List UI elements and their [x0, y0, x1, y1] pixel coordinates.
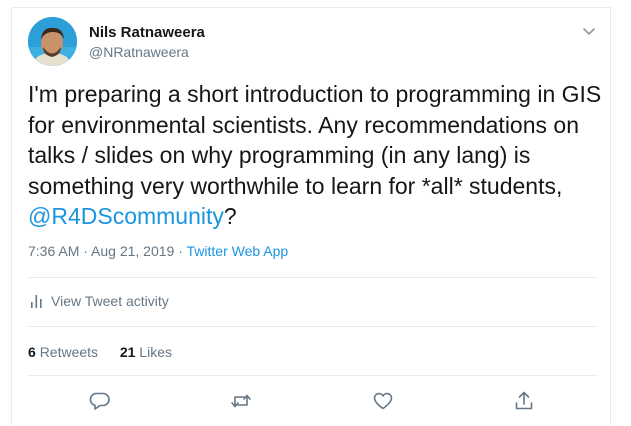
- avatar[interactable]: [28, 17, 77, 66]
- timestamp[interactable]: 7:36 AM · Aug 21, 2019 ·: [28, 243, 187, 259]
- likes-label: Likes: [139, 344, 172, 360]
- tweet-text: I'm preparing a short introduction to pr…: [28, 79, 603, 232]
- mention-link[interactable]: @R4DScommunity: [28, 203, 224, 229]
- tweet-text-main: I'm preparing a short introduction to pr…: [28, 81, 602, 199]
- heart-icon[interactable]: [372, 390, 394, 412]
- retweets-count: 6: [28, 344, 36, 360]
- retweet-icon[interactable]: [230, 390, 252, 412]
- bar-chart-icon: [31, 294, 42, 308]
- share-icon[interactable]: [513, 390, 535, 412]
- retweets-label: Retweets: [39, 344, 99, 360]
- divider: [28, 375, 598, 376]
- author-handle[interactable]: @NRatnaweera: [89, 44, 189, 60]
- likes-stat[interactable]: 21 Likes: [120, 344, 172, 360]
- tweet-text-end: ?: [223, 203, 237, 229]
- likes-count: 21: [119, 344, 136, 360]
- divider: [28, 326, 598, 327]
- avatar-image: [28, 17, 77, 66]
- reply-icon[interactable]: [89, 390, 111, 412]
- author-name[interactable]: Nils Ratnaweera: [89, 24, 205, 41]
- divider: [28, 277, 598, 278]
- chevron-down-icon[interactable]: [581, 25, 597, 39]
- view-activity-link[interactable]: View Tweet activity: [30, 293, 169, 309]
- retweets-stat[interactable]: 6 Retweets: [28, 344, 98, 360]
- tweet-meta: 7:36 AM · Aug 21, 2019 · Twitter Web App: [28, 243, 288, 259]
- view-activity-label: View Tweet activity: [51, 293, 169, 309]
- tweet-stats: 6 Retweets 21 Likes: [28, 344, 172, 360]
- source-link[interactable]: Twitter Web App: [187, 243, 289, 259]
